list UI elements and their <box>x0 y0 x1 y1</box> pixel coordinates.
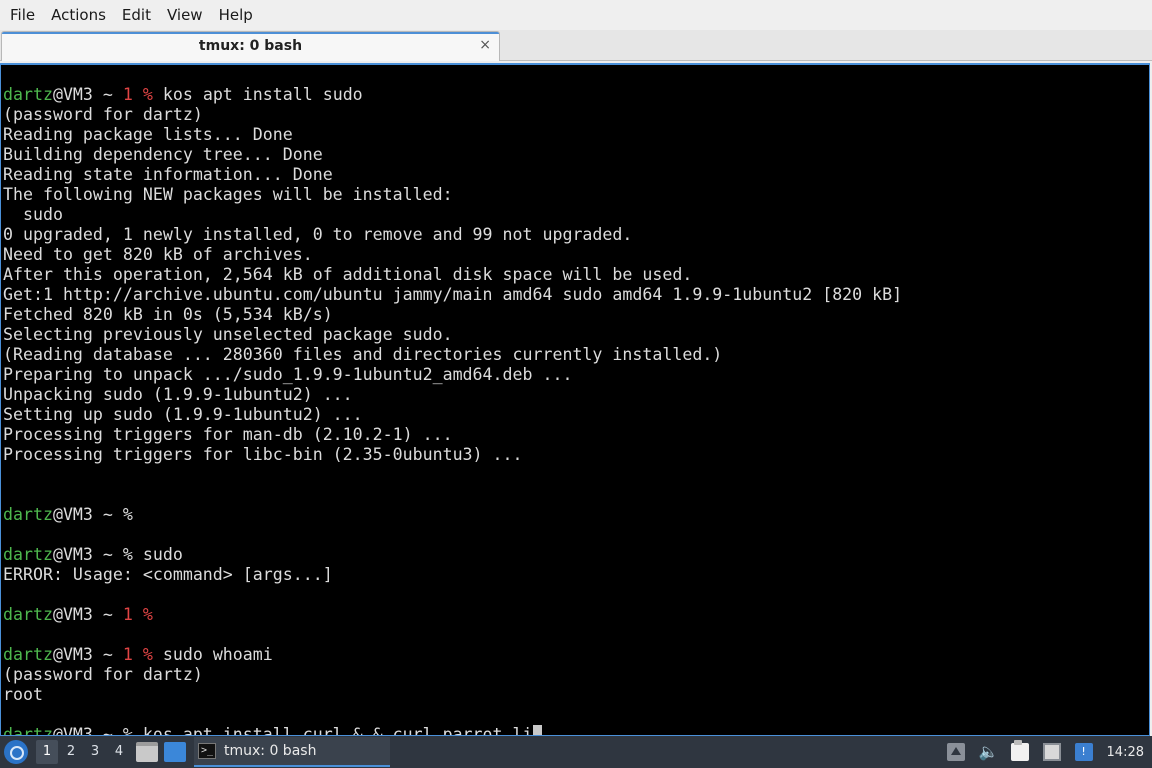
prompt-host: @VM3 ~ % kos apt install curl & & curl p… <box>52 725 533 736</box>
terminal-output-line: Processing triggers for man-db (2.10.2-1… <box>3 425 453 444</box>
terminal-prompt-line: dartz@VM3 ~ 1 % sudo whoami <box>3 645 902 665</box>
workspace-3[interactable]: 3 <box>84 740 106 764</box>
update-notifier-icon[interactable]: ! <box>1074 743 1093 761</box>
prompt-host: @VM3 ~ <box>52 645 123 664</box>
menu-bar: File Actions Edit View Help <box>0 0 1152 30</box>
terminal-output: dartz@VM3 ~ 1 % kos apt install sudo (pas… <box>3 85 903 736</box>
terminal-output-line: Need to get 820 kB of archives. <box>3 245 313 264</box>
prompt-exit-code: 1 % <box>122 605 153 624</box>
terminal-prompt-line: dartz@VM3 ~ 1 % <box>3 605 902 625</box>
menu-help[interactable]: Help <box>211 0 261 30</box>
terminal-prompt-line: dartz@VM3 ~ 1 % kos apt install sudo <box>3 85 902 105</box>
terminal-output-line: (password for dartz) <box>3 105 203 124</box>
terminal-output-line: Get:1 http://archive.ubuntu.com/ubuntu j… <box>3 285 903 304</box>
terminal-output-line: Processing triggers for libc-bin (2.35-0… <box>3 445 523 464</box>
prompt-command: sudo whoami <box>152 645 273 664</box>
workspace-4[interactable]: 4 <box>108 740 130 764</box>
terminal-output-line: Selecting previously unselected package … <box>3 325 453 344</box>
terminal-output-line: Unpacking sudo (1.9.9-1ubuntu2) ... <box>3 385 353 404</box>
system-tray: 🔈 ! 14:28 <box>946 736 1152 768</box>
terminal-output-line: Preparing to unpack .../sudo_1.9.9-1ubun… <box>3 365 573 384</box>
volume-icon[interactable]: 🔈 <box>979 743 999 761</box>
terminal-prompt-line: dartz@VM3 ~ % sudo <box>3 545 902 565</box>
menu-view[interactable]: View <box>159 0 211 30</box>
prompt-user: dartz <box>3 605 53 624</box>
terminal-output-line: Setting up sudo (1.9.9-1ubuntu2) ... <box>3 405 363 424</box>
menu-edit[interactable]: Edit <box>114 0 159 30</box>
prompt-user: dartz <box>3 645 53 664</box>
network-icon[interactable] <box>1042 743 1061 761</box>
terminal-prompt-line: dartz@VM3 ~ % <box>3 505 902 525</box>
terminal-output-line: (Reading database ... 280360 files and d… <box>3 345 723 364</box>
terminal-output-line: Reading package lists... Done <box>3 125 293 144</box>
prompt-host: @VM3 ~ <box>52 605 123 624</box>
tab-bar: tmux: 0 bash × <box>0 30 1152 61</box>
prompt-user: dartz <box>3 85 53 104</box>
workspace-1[interactable]: 1 <box>36 740 58 764</box>
show-desktop-icon[interactable] <box>164 742 186 762</box>
menu-actions[interactable]: Actions <box>43 0 114 30</box>
clipboard-icon[interactable] <box>1010 740 1029 761</box>
terminal-frame: dartz@VM3 ~ 1 % kos apt install sudo (pas… <box>0 61 1152 736</box>
terminal-output-line: Building dependency tree... Done <box>3 145 323 164</box>
tab-close-icon[interactable]: × <box>479 37 491 53</box>
taskbar-task-terminal[interactable]: >_ tmux: 0 bash <box>194 737 390 767</box>
terminal-output-line: 0 upgraded, 1 newly installed, 0 to remo… <box>3 225 633 244</box>
terminal-view[interactable]: dartz@VM3 ~ 1 % kos apt install sudo (pas… <box>0 63 1150 736</box>
taskbar: 1 2 3 4 >_ tmux: 0 bash 🔈 ! 14:28 <box>0 736 1152 768</box>
terminal-icon: >_ <box>198 743 216 759</box>
terminal-cursor <box>532 725 542 735</box>
terminal-prompt-line: dartz@VM3 ~ % kos apt install curl & & c… <box>3 725 902 736</box>
terminal-tab[interactable]: tmux: 0 bash × <box>1 31 500 61</box>
prompt-user: dartz <box>3 545 53 564</box>
terminal-output-line: After this operation, 2,564 kB of additi… <box>3 265 693 284</box>
terminal-output-line: Fetched 820 kB in 0s (5,534 kB/s) <box>3 305 333 324</box>
prompt-host: @VM3 ~ % <box>52 505 133 524</box>
start-menu-icon[interactable] <box>4 740 28 764</box>
prompt-exit-code: 1 % <box>122 645 153 664</box>
terminal-output-line: sudo <box>3 205 63 224</box>
prompt-command: kos apt install sudo <box>152 85 363 104</box>
prompt-host: @VM3 ~ <box>52 85 123 104</box>
terminal-output-line: (password for dartz) <box>3 665 203 684</box>
workspace-2[interactable]: 2 <box>60 740 82 764</box>
terminal-output-line: The following NEW packages will be insta… <box>3 185 453 204</box>
terminal-output-line: Reading state information... Done <box>3 165 333 184</box>
terminal-output-line: root <box>3 685 43 704</box>
task-label: tmux: 0 bash <box>224 743 317 759</box>
tab-title: tmux: 0 bash <box>198 38 303 54</box>
prompt-user: dartz <box>3 505 53 524</box>
terminal-output-line: ERROR: Usage: <command> [args...] <box>3 565 333 584</box>
prompt-user: dartz <box>3 725 53 736</box>
clock[interactable]: 14:28 <box>1107 745 1144 760</box>
prompt-exit-code: 1 % <box>122 85 153 104</box>
menu-file[interactable]: File <box>2 0 43 30</box>
file-manager-icon[interactable] <box>136 742 158 762</box>
prompt-host: @VM3 ~ % sudo <box>52 545 183 564</box>
tray-expand-icon[interactable] <box>946 743 965 761</box>
